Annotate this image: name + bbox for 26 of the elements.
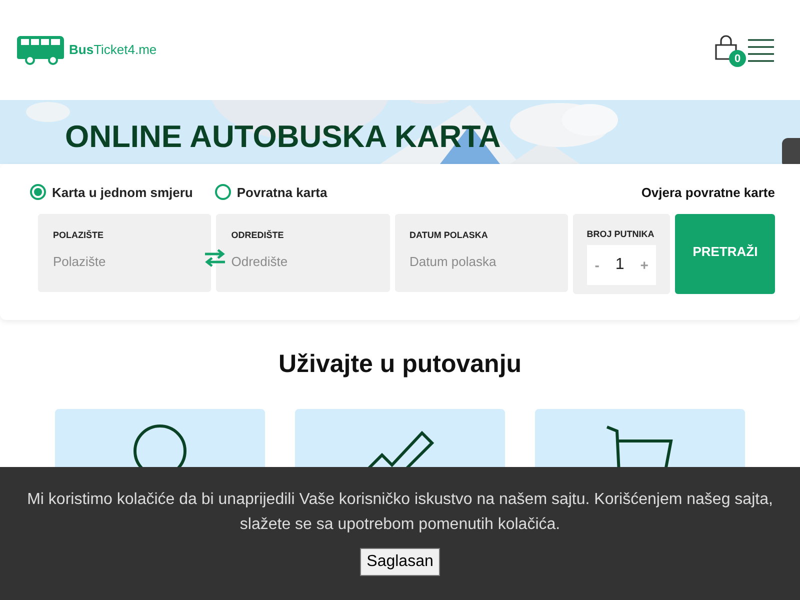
swap-icon[interactable] <box>204 249 226 267</box>
radio-label: Karta u jednom smjeru <box>52 184 193 200</box>
radio-label: Povratna karta <box>236 184 328 200</box>
trip-type-radio[interactable]: Karta u jednom smjeru <box>30 184 193 200</box>
menu-icon[interactable] <box>748 38 774 62</box>
section-title: Uživajte u putovanju <box>277 350 523 379</box>
radio-icon[interactable] <box>214 184 231 200</box>
field-label: POLAZIŠTE <box>53 230 105 240</box>
field-placeholder: Odredište <box>231 254 289 269</box>
cart-count-badge: 0 <box>729 50 746 67</box>
field-label: DATUM POLASKA <box>410 230 489 240</box>
input-field[interactable]: POLAZIŠTE Polazište <box>38 214 212 292</box>
accept-button[interactable]: Saglasan <box>360 548 440 576</box>
validate-return-link[interactable]: Ovjera povratne karte <box>641 184 775 200</box>
bus-icon <box>17 35 65 65</box>
field-label: BROJ PUTNIKA <box>586 229 656 239</box>
field-placeholder: Polazište <box>53 254 107 269</box>
passenger-count: 1 <box>615 256 624 274</box>
field-label: ODREDIŠTE <box>231 230 285 240</box>
cookie-text: Mi koristimo kolačiće da bi unaprijedili Vaše korisničko iskustvo na našem sajtu. Korišćenjem našeg sajta, slažete se sa upotrebom pomenutih kolačića. <box>26 490 774 535</box>
trip-type-radio[interactable]: Povratna karta <box>214 184 328 200</box>
input-field[interactable]: DATUM POLASKA Datum polaska <box>394 214 568 292</box>
input-field[interactable]: ODREDIŠTE Odredište <box>216 214 390 292</box>
hero-title: ONLINE AUTOBUSKA KARTA <box>65 118 501 154</box>
field-placeholder: Datum polaska <box>410 254 498 269</box>
radio-icon[interactable] <box>30 184 46 200</box>
